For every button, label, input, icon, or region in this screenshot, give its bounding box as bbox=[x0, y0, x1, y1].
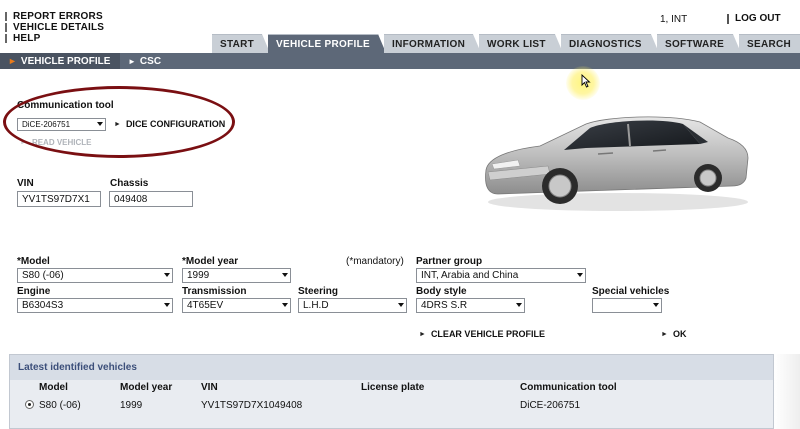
top-menu: REPORT ERRORS VEHICLE DETAILS HELP bbox=[5, 11, 104, 44]
vehicle-row-radio[interactable] bbox=[25, 400, 34, 409]
main-tabs: START VEHICLE PROFILE INFORMATION WORK L… bbox=[212, 34, 800, 53]
chevron-down-icon bbox=[398, 303, 404, 307]
tab-work-list[interactable]: WORK LIST bbox=[479, 34, 563, 53]
chevron-down-icon bbox=[577, 273, 583, 277]
row-communication-tool[interactable]: DiCE-206751 bbox=[520, 400, 580, 411]
mouse-cursor-icon bbox=[581, 73, 591, 91]
chassis-label: Chassis bbox=[110, 178, 149, 189]
vin-field[interactable]: YV1TS97D7X1 bbox=[17, 191, 101, 207]
chevron-right-icon: ► bbox=[661, 330, 668, 338]
transmission-select[interactable]: 4T65EV bbox=[182, 298, 291, 313]
chassis-field[interactable]: 049408 bbox=[109, 191, 193, 207]
subnav-vehicle-profile[interactable]: ► VEHICLE PROFILE bbox=[0, 53, 120, 69]
tab-diagnostics[interactable]: DIAGNOSTICS bbox=[561, 34, 659, 53]
menu-bar-icon bbox=[5, 34, 7, 43]
logout-link[interactable]: LOG OUT bbox=[727, 13, 781, 24]
steering-select[interactable]: L.H.D bbox=[298, 298, 407, 313]
tab-search[interactable]: SEARCH bbox=[739, 34, 800, 53]
panel-edge bbox=[774, 354, 800, 429]
row-vin[interactable]: YV1TS97D7X1049408 bbox=[201, 400, 302, 411]
arrow-right-icon: ► bbox=[128, 56, 136, 66]
chevron-down-icon bbox=[282, 303, 288, 307]
steering-label: Steering bbox=[298, 286, 339, 297]
body-style-label: Body style bbox=[416, 286, 467, 297]
partner-group-label: Partner group bbox=[416, 256, 483, 267]
chevron-right-icon: ► bbox=[419, 330, 426, 338]
column-header-vin: VIN bbox=[201, 382, 218, 393]
subnav-csc[interactable]: ► CSC bbox=[128, 53, 161, 69]
special-vehicles-label: Special vehicles bbox=[592, 286, 670, 297]
tab-information[interactable]: INFORMATION bbox=[384, 34, 481, 53]
chevron-down-icon bbox=[282, 273, 288, 277]
chevron-down-icon bbox=[164, 303, 170, 307]
row-model-year[interactable]: 1999 bbox=[120, 400, 142, 411]
column-header-license-plate: License plate bbox=[361, 382, 425, 393]
clear-vehicle-profile-link[interactable]: ► CLEAR VEHICLE PROFILE bbox=[419, 329, 545, 339]
menu-bar-icon bbox=[5, 23, 7, 32]
transmission-label: Transmission bbox=[182, 286, 247, 297]
vehicle-details-link[interactable]: VEHICLE DETAILS bbox=[5, 22, 104, 33]
user-info: 1, INT bbox=[660, 14, 688, 25]
model-label: *Model bbox=[17, 256, 50, 267]
sub-navigation: ► VEHICLE PROFILE ► CSC bbox=[0, 53, 800, 69]
model-year-label: *Model year bbox=[182, 256, 239, 267]
chevron-down-icon bbox=[164, 273, 170, 277]
column-header-model-year: Model year bbox=[120, 382, 173, 393]
partner-group-select[interactable]: INT, Arabia and China bbox=[416, 268, 586, 283]
highlight-ellipse bbox=[3, 86, 235, 158]
menu-bar-icon bbox=[727, 13, 729, 24]
model-select[interactable]: S80 (-06) bbox=[17, 268, 173, 283]
tab-software[interactable]: SOFTWARE bbox=[657, 34, 741, 53]
engine-select[interactable]: B6304S3 bbox=[17, 298, 173, 313]
engine-label: Engine bbox=[17, 286, 51, 297]
model-year-select[interactable]: 1999 bbox=[182, 268, 291, 283]
latest-vehicles-panel: Latest identified vehicles Model Model y… bbox=[9, 354, 774, 429]
special-vehicles-select[interactable] bbox=[592, 298, 662, 313]
latest-vehicles-title: Latest identified vehicles bbox=[10, 355, 773, 380]
tab-start[interactable]: START bbox=[212, 34, 270, 53]
radio-selected-dot bbox=[28, 403, 31, 406]
ok-button[interactable]: ► OK bbox=[661, 329, 686, 339]
vin-label: VIN bbox=[17, 178, 34, 189]
report-errors-link[interactable]: REPORT ERRORS bbox=[5, 11, 104, 22]
body-style-select[interactable]: 4DRS S.R bbox=[416, 298, 525, 313]
chevron-down-icon bbox=[516, 303, 522, 307]
tab-vehicle-profile[interactable]: VEHICLE PROFILE bbox=[268, 34, 386, 53]
arrow-right-icon: ► bbox=[8, 56, 17, 66]
row-model[interactable]: S80 (-06) bbox=[39, 400, 81, 411]
help-link[interactable]: HELP bbox=[5, 33, 104, 44]
menu-bar-icon bbox=[5, 12, 7, 21]
column-header-model: Model bbox=[39, 382, 68, 393]
mandatory-note: (*mandatory) bbox=[346, 256, 404, 267]
column-header-communication-tool: Communication tool bbox=[520, 382, 617, 393]
chevron-down-icon bbox=[653, 303, 659, 307]
vehicle-image bbox=[478, 108, 753, 218]
